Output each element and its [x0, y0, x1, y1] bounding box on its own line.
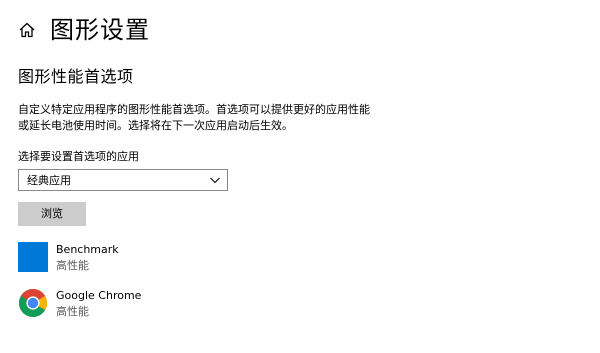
app-type-select[interactable]: 经典应用 [18, 169, 228, 191]
description-line: 或延长电池使用时间。选择将在下一次应用启动后生效。 [18, 119, 293, 132]
chrome-icon [19, 289, 47, 317]
home-icon[interactable] [18, 21, 36, 39]
page-title: 图形设置 [50, 16, 150, 44]
app-type-select-value: 经典应用 [27, 174, 71, 187]
description-line: 自定义特定应用程序的图形性能首选项。首选项可以提供更好的应用性能 [18, 103, 370, 116]
app-list-item-google-chrome[interactable]: Google Chrome 高性能 [18, 288, 278, 322]
app-name: Benchmark [56, 243, 119, 256]
graphics-settings-page: 图形设置 图形性能首选项 自定义特定应用程序的图形性能首选项。首选项可以提供更好… [0, 0, 600, 353]
chevron-down-icon [210, 177, 220, 184]
app-preference: 高性能 [56, 259, 89, 272]
section-description: 自定义特定应用程序的图形性能首选项。首选项可以提供更好的应用性能 或延长电池使用… [18, 102, 378, 134]
section-title: 图形性能首选项 [18, 67, 134, 86]
app-name: Google Chrome [56, 289, 142, 302]
app-type-select-label: 选择要设置首选项的应用 [18, 150, 139, 163]
app-tile-icon [18, 242, 48, 272]
app-list-item-benchmark[interactable]: Benchmark 高性能 [18, 242, 278, 276]
browse-button[interactable]: 浏览 [18, 202, 86, 226]
app-preference: 高性能 [56, 305, 89, 318]
